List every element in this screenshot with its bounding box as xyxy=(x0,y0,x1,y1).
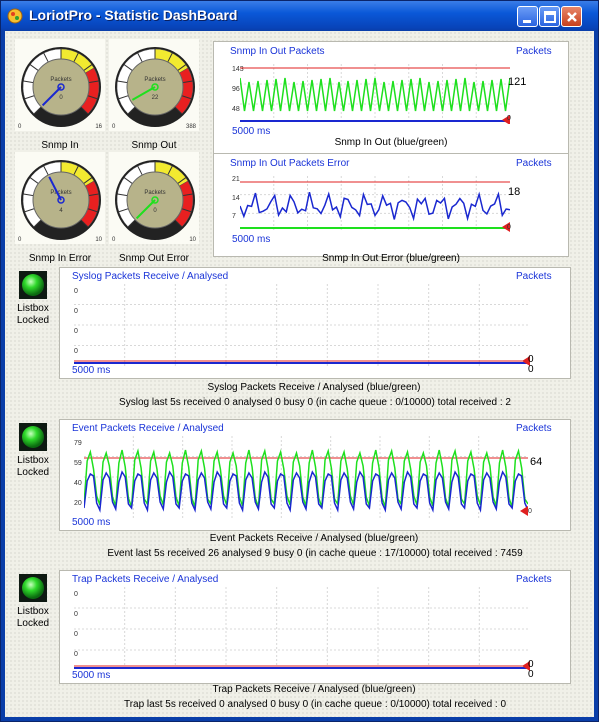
zero-label: 0 xyxy=(528,669,534,680)
gauge-value: 22 xyxy=(152,95,159,101)
close-button[interactable] xyxy=(561,6,582,27)
y-tick: 79 xyxy=(74,440,82,447)
syslog-chart xyxy=(74,284,530,366)
interval-label: 5000 ms xyxy=(232,126,271,137)
snmp-error-panel: Snmp In Out Packets Error Packets 21 14 … xyxy=(213,153,569,257)
trap-panel: Trap Packets Receive / Analysed Packets … xyxy=(59,570,571,684)
trap-caption: Trap Packets Receive / Analysed (blue/gr… xyxy=(212,684,416,695)
app-window: LoriotPro - Statistic DashBoard Packets 0… xyxy=(0,0,599,722)
gauge-label-snmp-out-error: Snmp Out Error xyxy=(118,253,190,264)
panel-unit-label: Packets xyxy=(516,271,552,282)
trap-status-led xyxy=(19,574,47,602)
event-status: Event last 5s received 26 analysed 9 bus… xyxy=(107,548,523,559)
event-status-led xyxy=(19,423,47,451)
panel-title: Trap Packets Receive / Analysed xyxy=(72,574,219,585)
series-blue-line xyxy=(84,470,528,513)
gauge-max-label: 388 xyxy=(186,124,197,130)
title-bar[interactable]: LoriotPro - Statistic DashBoard xyxy=(1,1,598,31)
led-light-icon xyxy=(22,426,44,448)
syslog-panel: Syslog Packets Receive / Analysed Packet… xyxy=(59,267,571,379)
panel-title: Snmp In Out Packets xyxy=(230,46,325,57)
gauge-max-label: 10 xyxy=(95,237,102,243)
syslog-caption: Syslog Packets Receive / Analysed (blue/… xyxy=(207,382,421,393)
current-value: 64 xyxy=(530,456,543,468)
series-green-line xyxy=(240,77,510,112)
gauge-label-snmp-in: Snmp In xyxy=(41,140,79,151)
event-caption: Event Packets Receive / Analysed (blue/g… xyxy=(209,533,419,544)
minimize-icon xyxy=(523,20,531,23)
scroll-marker-icon xyxy=(520,506,528,516)
current-value: 18 xyxy=(508,186,521,198)
listbox-label: Listbox Locked xyxy=(16,455,50,478)
gauge-inner-label: Packets xyxy=(144,77,165,83)
dashboard-client: Packets 0 0 16 Packets 22 0 388 Snmp In Snmp O… xyxy=(5,31,594,717)
y-tick: 59 xyxy=(74,460,82,467)
zero-label: 0 xyxy=(507,115,511,122)
zero-label: 0 xyxy=(528,364,534,375)
gauge-snmp-out: Packets 22 0 388 xyxy=(109,39,199,131)
syslog-status-led xyxy=(19,271,47,299)
maximize-icon xyxy=(544,11,556,23)
gauge-snmp-out-error: Packets 0 0 10 xyxy=(109,152,199,244)
panel-unit-label: Packets xyxy=(516,158,552,169)
syslog-listbox-locked[interactable]: Listbox Locked xyxy=(13,303,53,327)
interval-label: 5000 ms xyxy=(232,234,271,245)
panel-title: Syslog Packets Receive / Analysed xyxy=(72,271,229,282)
gauge-snmp-in-error: Packets 4 0 10 xyxy=(15,152,105,244)
gauge-snmp-in: Packets 0 0 16 xyxy=(15,39,105,131)
y-tick: 40 xyxy=(74,480,82,487)
window-title: LoriotPro - Statistic DashBoard xyxy=(29,7,238,23)
gauge-inner-label: Packets xyxy=(50,190,71,196)
interval-label: 5000 ms xyxy=(72,517,111,528)
panel-title: Snmp In Out Packets Error xyxy=(230,158,350,169)
led-light-icon xyxy=(22,274,44,296)
event-listbox-locked[interactable]: Listbox Locked xyxy=(13,455,53,479)
gauge-label-snmp-out: Snmp Out xyxy=(131,140,177,151)
maximize-button[interactable] xyxy=(539,6,560,27)
y-tick: 96 xyxy=(232,86,240,93)
listbox-label: Listbox Locked xyxy=(16,606,50,629)
snmp-caption: Snmp In Out (blue/green) xyxy=(334,137,448,148)
minimize-button[interactable] xyxy=(517,6,538,27)
y-tick: 48 xyxy=(232,106,240,113)
app-icon xyxy=(7,8,23,24)
current-value: 121 xyxy=(508,76,527,88)
gauge-label-snmp-in-error: Snmp In Error xyxy=(28,253,92,264)
trap-status: Trap last 5s received 0 analysed 0 busy … xyxy=(123,699,507,710)
panel-unit-label: Packets xyxy=(516,46,552,57)
gauge-inner-label: Packets xyxy=(50,77,71,83)
trap-listbox-locked[interactable]: Listbox Locked xyxy=(13,606,53,630)
event-chart xyxy=(84,436,528,518)
listbox-label: Listbox Locked xyxy=(16,303,50,326)
y-tick: 7 xyxy=(232,213,236,220)
interval-label: 5000 ms xyxy=(72,365,111,376)
snmp-error-chart xyxy=(240,176,510,232)
interval-label: 5000 ms xyxy=(72,670,111,681)
snmp-chart xyxy=(240,64,510,124)
snmp-error-caption: Snmp In Out Error (blue/green) xyxy=(322,253,460,264)
panel-title: Event Packets Receive / Analysed xyxy=(72,423,224,434)
y-tick: 20 xyxy=(74,500,82,507)
zero-label: 0 xyxy=(528,508,532,515)
led-light-icon xyxy=(22,577,44,599)
zero-label: 0 xyxy=(507,224,511,231)
panel-unit-label: Packets xyxy=(516,423,552,434)
event-panel: Event Packets Receive / Analysed Packets… xyxy=(59,419,571,531)
gauge-max-label: 16 xyxy=(95,124,102,130)
panel-unit-label: Packets xyxy=(516,574,552,585)
y-tick: 14 xyxy=(232,195,240,202)
trap-chart xyxy=(74,587,530,671)
gauge-inner-label: Packets xyxy=(144,190,165,196)
syslog-status: Syslog last 5s received 0 analysed 0 bus… xyxy=(119,397,511,408)
y-tick: 21 xyxy=(232,176,240,183)
gauge-max-label: 10 xyxy=(189,237,196,243)
close-icon xyxy=(567,12,577,22)
